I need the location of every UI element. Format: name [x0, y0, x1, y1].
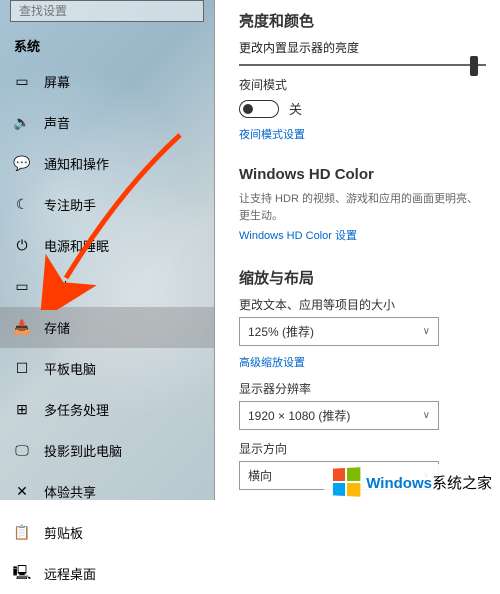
nav-icon: ▭ [14, 279, 30, 295]
nightmode-toggle[interactable]: 关 [239, 99, 486, 118]
watermark-suffix: 系统之家 [432, 475, 492, 492]
scale-size-dropdown[interactable]: 125% (推荐) ∨ [239, 317, 439, 346]
nav-label: 电池 [44, 277, 70, 296]
sidebar-item-0[interactable]: ▭ 屏幕 [0, 61, 214, 102]
nav-label: 体验共享 [44, 482, 96, 501]
sidebar-item-12[interactable]: 🖳 远程桌面 [0, 553, 214, 594]
nav-icon: 🖳 [14, 566, 30, 582]
nav-icon: ⊞ [14, 402, 30, 418]
advanced-scaling-link[interactable]: 高级缩放设置 [239, 354, 486, 370]
nav-label: 通知和操作 [44, 154, 109, 173]
brightness-desc: 更改内置显示器的亮度 [239, 39, 486, 56]
content-pane: 亮度和颜色 更改内置显示器的亮度 夜间模式 关 夜间模式设置 Windows H… [215, 0, 500, 500]
nav-label: 平板电脑 [44, 359, 96, 378]
nav-icon: ☐ [14, 361, 30, 377]
resolution-dropdown[interactable]: 1920 × 1080 (推荐) ∨ [239, 401, 439, 430]
search-box[interactable] [10, 0, 204, 22]
resolution-value: 1920 × 1080 (推荐) [248, 407, 350, 424]
nav-icon: 🔊 [14, 115, 30, 131]
nav-label: 屏幕 [44, 72, 70, 91]
chevron-down-icon: ∨ [423, 410, 430, 421]
chevron-down-icon: ∨ [423, 326, 430, 337]
sidebar-item-11[interactable]: 📋 剪贴板 [0, 512, 214, 553]
watermark-brand: Windows [366, 475, 432, 492]
orientation-label: 显示方向 [239, 440, 486, 457]
sidebar-item-7[interactable]: ☐ 平板电脑 [0, 348, 214, 389]
hdr-link[interactable]: Windows HD Color 设置 [239, 227, 486, 243]
nav-label: 专注助手 [44, 195, 96, 214]
sidebar-item-10[interactable]: ✕ 体验共享 [0, 471, 214, 512]
nightmode-settings-link[interactable]: 夜间模式设置 [239, 126, 486, 142]
settings-sidebar: 系统 ▭ 屏幕 🔊 声音 💬 通知和操作 ☾ 专注助手 ⏻ 电源和睡眠 ▭ 电池 📥 存储 ☐ 平板电脑 ⊞ 多任… [0, 0, 215, 500]
windows-logo-icon [333, 467, 360, 496]
nav-label: 投影到此电脑 [44, 441, 122, 460]
nav-label: 声音 [44, 113, 70, 132]
nav-icon: ▭ [14, 74, 30, 90]
sidebar-item-9[interactable]: 🖵 投影到此电脑 [0, 430, 214, 471]
scale-size-label: 更改文本、应用等项目的大小 [239, 296, 486, 313]
nav-icon: 📥 [14, 320, 30, 336]
nav-icon: 📋 [14, 525, 30, 541]
watermark: Windows系统之家 [324, 464, 500, 500]
sidebar-item-8[interactable]: ⊞ 多任务处理 [0, 389, 214, 430]
scale-title: 缩放与布局 [239, 267, 486, 288]
nightmode-state: 关 [289, 99, 302, 118]
search-input[interactable] [19, 4, 195, 18]
nav-label: 存储 [44, 318, 70, 337]
brightness-title: 亮度和颜色 [239, 10, 486, 31]
resolution-label: 显示器分辨率 [239, 380, 486, 397]
nightmode-label: 夜间模式 [239, 76, 486, 93]
nav-label: 电源和睡眠 [44, 236, 109, 255]
nav-label: 远程桌面 [44, 564, 96, 583]
nav-label: 多任务处理 [44, 400, 109, 419]
nav-icon: ✕ [14, 484, 30, 500]
nav-icon: 🖵 [14, 443, 30, 459]
nav-icon: 💬 [14, 156, 30, 172]
sidebar-item-2[interactable]: 💬 通知和操作 [0, 143, 214, 184]
orientation-value: 横向 [248, 467, 272, 484]
nav-icon: ☾ [14, 197, 30, 213]
sidebar-item-3[interactable]: ☾ 专注助手 [0, 184, 214, 225]
nav-icon: ⏻ [14, 238, 30, 254]
sidebar-item-4[interactable]: ⏻ 电源和睡眠 [0, 225, 214, 266]
nav-label: 剪贴板 [44, 523, 83, 542]
sidebar-item-5[interactable]: ▭ 电池 [0, 266, 214, 307]
sidebar-item-1[interactable]: 🔊 声音 [0, 102, 214, 143]
hdr-title: Windows HD Color [239, 166, 486, 183]
scale-size-value: 125% (推荐) [248, 323, 314, 340]
hdr-desc: 让支持 HDR 的视频、游戏和应用的画面更明亮、更生动。 [239, 191, 486, 224]
category-label: 系统 [0, 30, 214, 61]
sidebar-item-6[interactable]: 📥 存储 [0, 307, 214, 348]
brightness-slider[interactable] [239, 64, 486, 66]
